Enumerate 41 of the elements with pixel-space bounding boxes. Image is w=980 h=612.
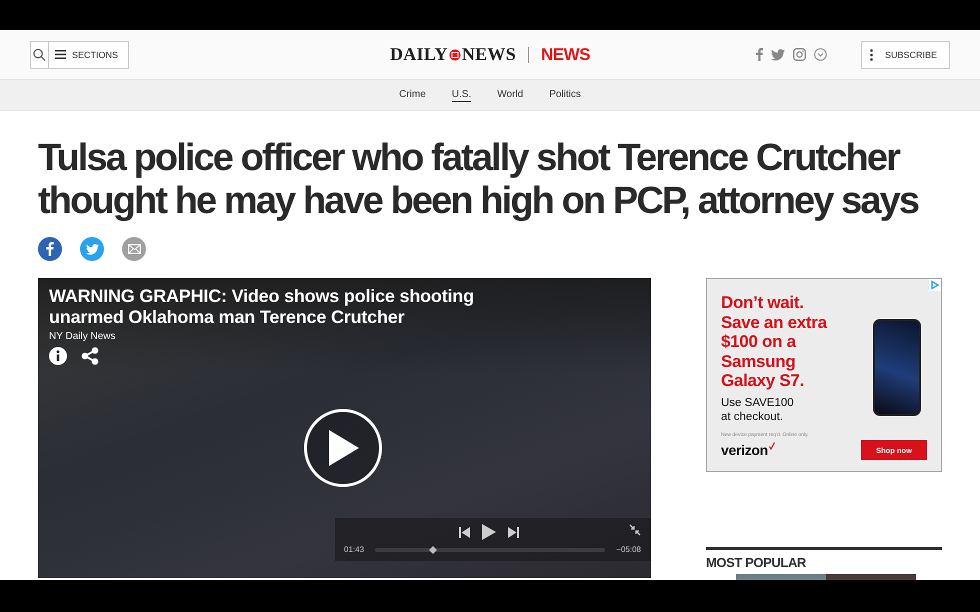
- progress-thumb[interactable]: [428, 546, 436, 554]
- facebook-icon[interactable]: [756, 48, 763, 61]
- ad-headline: Don’t wait. Save an extra $100 on a Samsung Galaxy S7.: [721, 293, 828, 390]
- twitter-share-button[interactable]: [80, 237, 104, 261]
- next-icon[interactable]: [508, 526, 519, 538]
- adchoices-icon[interactable]: [929, 279, 941, 291]
- facebook-share-button[interactable]: [38, 237, 62, 261]
- search-icon: [33, 48, 46, 62]
- menu-icon: [55, 50, 66, 59]
- subscribe-button[interactable]: SUBSCRIBE: [860, 40, 950, 68]
- article-headline: Tulsa police officer who fatally shot Terence Crutcher thought he may have been high on PCP, attorney says: [38, 137, 920, 223]
- chevron-down-icon[interactable]: [814, 48, 827, 61]
- elapsed-time: 01:43: [344, 545, 364, 554]
- section-heading: MOST POPULAR: [706, 555, 807, 570]
- envelope-icon: [128, 244, 140, 254]
- remaining-time: −05:08: [616, 545, 641, 554]
- video-source: NY Daily News: [49, 331, 116, 342]
- camera-emblem-icon: [448, 48, 461, 60]
- collapse-icon[interactable]: [629, 524, 641, 536]
- previous-icon[interactable]: [459, 526, 470, 538]
- site-logo[interactable]: DAILY NEWS: [390, 44, 516, 65]
- info-icon[interactable]: [49, 347, 67, 365]
- nav-link[interactable]: World: [497, 88, 524, 102]
- email-share-button[interactable]: [122, 237, 146, 261]
- search-button[interactable]: [31, 42, 49, 68]
- nav-link[interactable]: Crime: [399, 88, 426, 102]
- nav-link[interactable]: U.S.: [452, 88, 472, 102]
- instagram-icon[interactable]: [792, 48, 806, 61]
- section-title: NEWS: [541, 44, 590, 64]
- ad-offer: Use SAVE100 at checkout.: [721, 396, 795, 424]
- facebook-icon: [46, 242, 54, 256]
- video-title: WARNING GRAPHIC: Video shows police shooting unarmed Oklahoma man Terence Crutcher: [49, 286, 475, 328]
- brand-logo: verizon: [721, 442, 775, 458]
- checkmark-icon: [768, 442, 775, 450]
- twitter-icon[interactable]: [770, 48, 785, 60]
- play-icon[interactable]: [482, 524, 496, 540]
- twitter-icon: [86, 244, 98, 254]
- share-icon[interactable]: [81, 347, 99, 365]
- more-icon: [870, 48, 873, 60]
- play-icon: [327, 430, 359, 466]
- nav-link[interactable]: Politics: [549, 88, 581, 102]
